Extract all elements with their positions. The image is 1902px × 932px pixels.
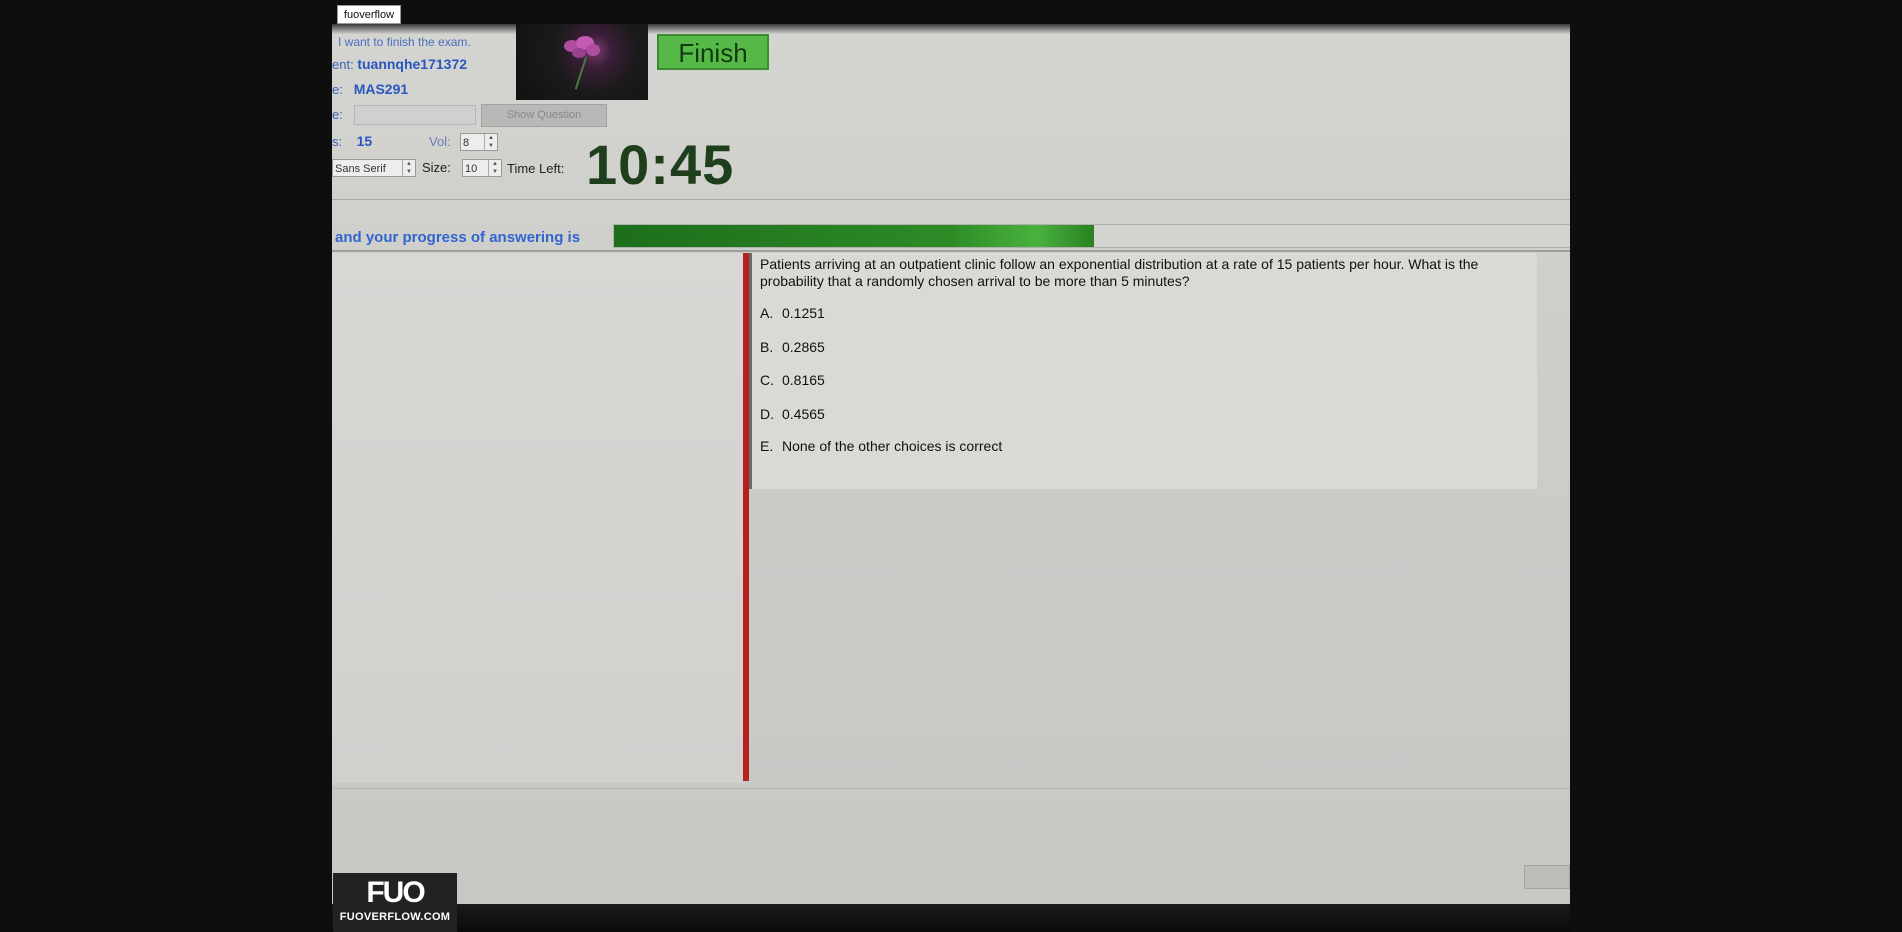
logo-url: FUOVERFLOW.COM: [339, 911, 451, 923]
font-size-stepper[interactable]: 10 ▲ ▼: [462, 159, 502, 177]
answer-progress-bar: [613, 224, 1570, 248]
questions-label: s:: [332, 134, 343, 149]
spin-arrows-icon[interactable]: ▲ ▼: [488, 160, 501, 176]
option-text: 0.1251: [782, 305, 825, 321]
course-label: e:: [332, 82, 343, 97]
countdown-timer: 10:45: [586, 133, 735, 196]
question-text: Patients arriving at an outpatient clini…: [760, 256, 1479, 289]
course-row: e: MAS291: [332, 81, 408, 97]
progress-divider: [332, 250, 1570, 252]
course-code: MAS291: [353, 81, 409, 97]
font-family-stepper[interactable]: Sans Serif ▲ ▼: [332, 159, 416, 177]
option-text: 0.4565: [782, 406, 825, 422]
vol-label: Vol:: [429, 134, 451, 149]
font-family-value: Sans Serif: [335, 163, 386, 175]
questions-row: s: 15: [332, 133, 372, 149]
flower-photo-icon: [516, 24, 648, 100]
question-list-panel: [332, 253, 743, 783]
font-size-value: 10: [465, 163, 478, 175]
finish-message: I want to finish the exam.: [338, 35, 471, 49]
site-tag: fuoverflow: [337, 5, 401, 24]
spin-arrows-icon[interactable]: ▲ ▼: [402, 160, 415, 176]
option-letter: E.: [760, 438, 774, 454]
option-letter: C.: [760, 372, 774, 388]
option-letter: D.: [760, 406, 774, 422]
spin-arrows-icon[interactable]: ▲ ▼: [484, 134, 497, 150]
bottom-scroll-strip: [332, 788, 1570, 803]
monitor-bezel: [332, 904, 1570, 932]
questions-count: 15: [356, 133, 373, 149]
answer-option-e[interactable]: E. None of the other choices is correct: [760, 438, 1002, 454]
answer-option-d[interactable]: D. 0.4565: [760, 406, 825, 422]
option-text: 0.2865: [782, 339, 825, 355]
show-question-button[interactable]: Show Question: [481, 104, 607, 127]
exam-screen: I want to finish the exam. ent: tuannqhe…: [332, 24, 1570, 904]
fuoverflow-logo: FUO FUOVERFLOW.COM: [333, 873, 457, 932]
answer-option-c[interactable]: C. 0.8165: [760, 372, 825, 388]
option-letter: B.: [760, 339, 774, 355]
student-label: ent:: [332, 57, 354, 72]
code-label: e:: [332, 107, 343, 122]
exam-code-input[interactable]: [354, 105, 476, 125]
question-panel: Patients arriving at an outpatient clini…: [749, 253, 1537, 489]
volume-stepper[interactable]: 8 ▲ ▼: [460, 133, 498, 151]
size-label: Size:: [422, 160, 451, 175]
student-row: ent: tuannqhe171372: [332, 56, 467, 72]
answer-option-a[interactable]: A. 0.1251: [760, 305, 825, 321]
volume-value: 8: [463, 137, 470, 149]
header-divider: [332, 199, 1570, 200]
time-left-label: Time Left:: [507, 161, 565, 176]
answer-progress-fill: [614, 225, 1094, 247]
answer-option-b[interactable]: B. 0.2865: [760, 339, 825, 355]
option-letter: A.: [760, 305, 774, 321]
student-id: tuannqhe171372: [357, 56, 468, 72]
option-text: None of the other choices is correct: [782, 438, 1003, 454]
finish-button[interactable]: Finish: [657, 34, 769, 70]
next-button[interactable]: [1524, 865, 1570, 889]
progress-label: and your progress of answering is: [335, 229, 581, 246]
option-text: 0.8165: [782, 372, 825, 388]
logo-mark: FUO: [366, 876, 425, 909]
